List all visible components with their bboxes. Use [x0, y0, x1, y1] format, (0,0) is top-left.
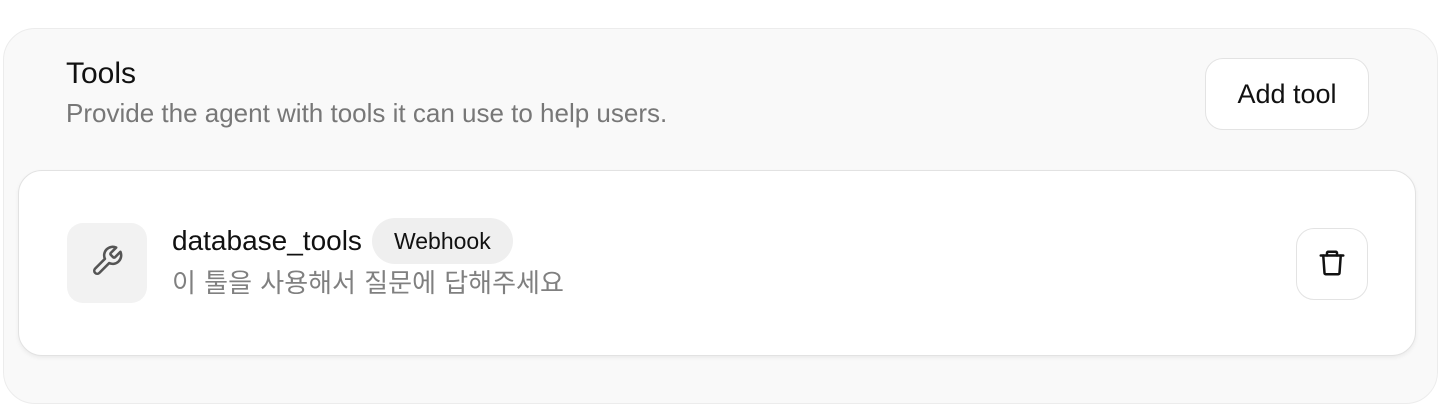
section-title: Tools: [66, 57, 137, 90]
tool-description: 이 툴을 사용해서 질문에 답해주세요: [172, 269, 564, 299]
tool-type-badge: Webhook: [371, 218, 513, 264]
delete-tool-button[interactable]: [1296, 228, 1368, 300]
add-tool-button[interactable]: Add tool: [1205, 58, 1369, 130]
tool-card: database_tools Webhook 이 툴을 사용해서 질문에 답해주…: [18, 170, 1416, 356]
wrench-icon: [90, 244, 124, 283]
tool-name-row: database_tools Webhook: [172, 218, 564, 264]
tool-name: database_tools: [172, 225, 362, 256]
tools-header: Tools Provide the agent with tools it ca…: [66, 57, 667, 129]
tool-info: database_tools Webhook 이 툴을 사용해서 질문에 답해주…: [172, 218, 564, 300]
trash-icon: [1317, 248, 1347, 281]
tool-icon-container: [67, 223, 147, 303]
section-description: Provide the agent with tools it can use …: [66, 98, 668, 128]
